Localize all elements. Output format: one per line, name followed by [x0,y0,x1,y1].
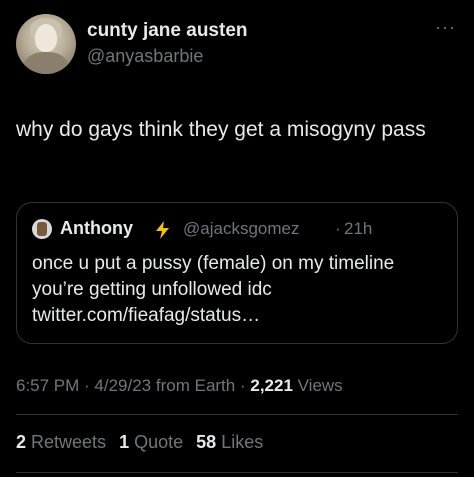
retweets-stat[interactable]: 2 Retweets [16,432,106,452]
quoted-separator: · [335,219,341,238]
author-display-name[interactable]: cunty jane austen [87,20,248,42]
likes-count: 58 [196,432,217,452]
meta-separator: · [235,376,251,395]
retweets-count: 2 [16,432,27,452]
quotes-stat[interactable]: 1 Quote [119,432,183,452]
likes-stat[interactable]: 58 Likes [196,432,263,452]
tweet-time[interactable]: 6:57 PM [16,376,79,395]
tweet-metadata: 6:57 PM · 4/29/23 from Earth · 2,221 Vie… [16,376,343,396]
author-avatar[interactable] [16,14,76,74]
tweet-text: why do gays think they get a misogyny pa… [16,118,426,141]
quoted-timestamp: 21h [344,219,373,238]
views-label: Views [292,376,343,395]
tweet-date[interactable]: 4/29/23 [94,376,151,395]
divider [16,472,458,473]
avatar-face [35,24,57,52]
quoted-author-avatar [32,219,52,239]
tweet-source: from Earth [151,376,236,395]
author-handle[interactable]: @anyasbarbie [87,46,203,67]
quoted-tweet-text: once u put a pussy (female) on my timeli… [32,253,395,326]
quoted-author-name: Anthony [60,218,133,238]
quotes-label: Quote [129,432,184,452]
meta-separator: · [79,376,95,395]
quoted-avatar-image [37,222,47,236]
tweet-detail: cunty jane austen @anyasbarbie ··· why d… [0,0,474,477]
quotes-count: 1 [119,432,130,452]
quoted-tweet-card[interactable]: Anthony @ajacksgomez · 21h once u put a … [16,202,458,344]
engagement-stats: 2 Retweets 1 Quote 58 Likes [16,432,271,453]
divider [16,414,458,415]
retweets-label: Retweets [26,432,107,452]
lightning-bolt-icon [156,221,169,239]
views-count[interactable]: 2,221 [250,376,293,395]
avatar-body [24,52,68,74]
more-options-icon[interactable]: ··· [435,18,456,36]
likes-label: Likes [216,432,264,452]
quoted-author-handle: @ajacksgomez [183,219,300,238]
